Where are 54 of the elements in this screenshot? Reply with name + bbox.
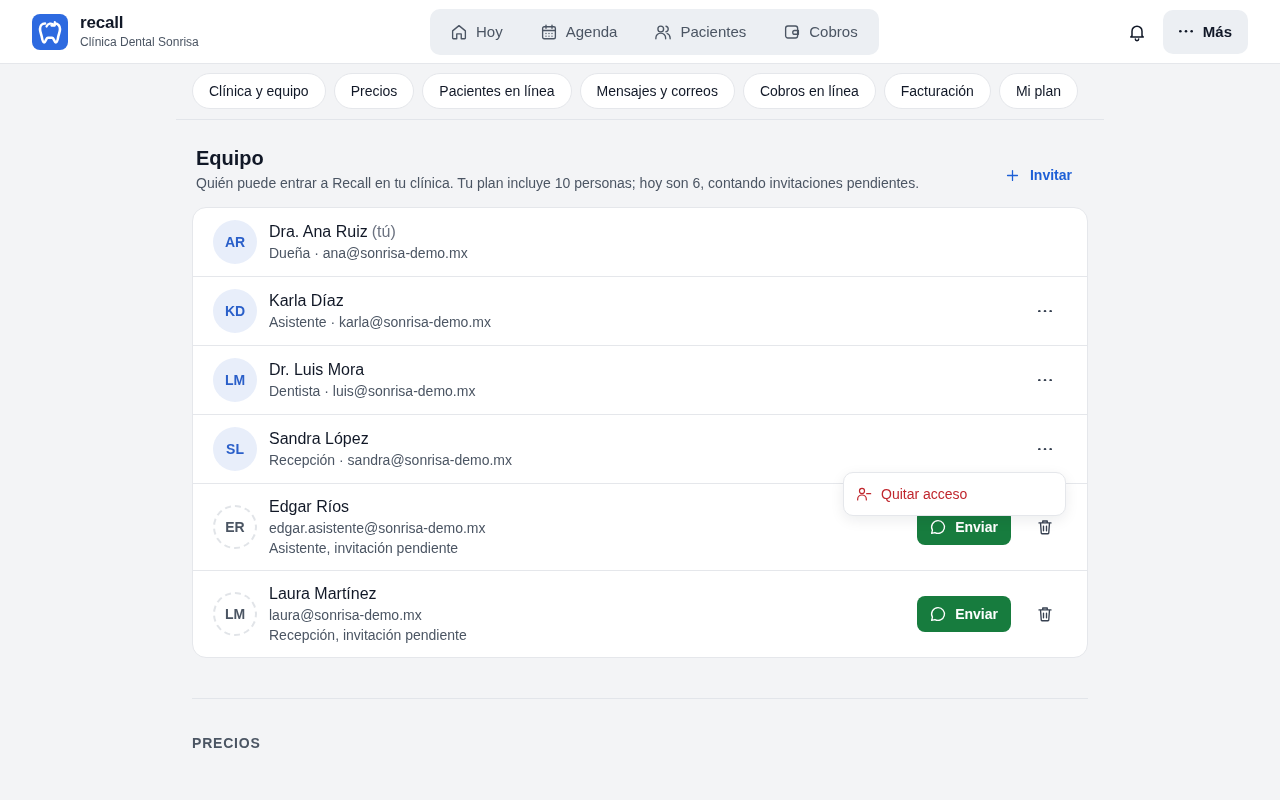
you-label: (tú): [371, 222, 396, 242]
settings-tab[interactable]: Precios: [333, 73, 415, 109]
settings-tab[interactable]: Mi plan: [998, 73, 1079, 109]
nav-tab[interactable]: Cobros: [769, 12, 873, 51]
calendar-icon: [539, 22, 558, 41]
ellipsis-icon: [1038, 378, 1052, 382]
member-name: Laura Martínez: [269, 584, 377, 604]
trash-icon: [1036, 605, 1054, 623]
pending-avatar: LM: [213, 592, 257, 636]
member-avatar: AR: [213, 220, 257, 264]
home-icon: [450, 22, 468, 41]
member-name: Sandra López: [269, 429, 369, 449]
more-button[interactable]: Más: [1162, 9, 1248, 54]
settings-tab[interactable]: Cobros en línea: [742, 73, 876, 109]
wallet-icon: [783, 22, 802, 41]
invite-email: edgar.asistente@sonrisa-demo.mx: [269, 519, 486, 538]
remove-access-item[interactable]: Quitar acceso: [848, 477, 1061, 511]
member-name: Edgar Ríos: [269, 497, 350, 517]
nav-tab[interactable]: Pacientes: [640, 12, 762, 51]
settings-tab[interactable]: Pacientes en línea: [422, 73, 572, 109]
pending-avatar: ER: [213, 505, 257, 549]
member-name: Dr. Luis Mora: [269, 360, 365, 380]
section-description: Quién puede entrar a Recall en tu clínica. Tu plan incluye 10 personas; hoy son 6, contando invitaciones pendientes.: [196, 174, 920, 192]
nav-tab[interactable]: Hoy: [436, 12, 518, 51]
member-detail: Dueña · ana@sonrisa-demo.mx: [269, 244, 468, 263]
member-detail: Dentista · luis@sonrisa-demo.mx: [269, 382, 476, 401]
member-name: Dra. Ana Ruiz: [269, 222, 368, 242]
settings-tab[interactable]: Clínica y equipo: [192, 73, 326, 109]
member-avatar: KD: [213, 289, 257, 333]
invite-button[interactable]: Invitar: [988, 158, 1088, 192]
trash-icon: [1036, 518, 1054, 536]
member-name: Karla Díaz: [269, 291, 344, 311]
app-name: recall: [80, 13, 124, 33]
ellipsis-icon: [1178, 30, 1193, 33]
send-button[interactable]: Enviar: [917, 596, 1011, 632]
nav-tab[interactable]: Agenda: [525, 12, 633, 51]
user-minus-icon: [856, 486, 872, 502]
settings-tab[interactable]: Facturación: [883, 73, 991, 109]
ellipsis-icon: [1038, 309, 1052, 313]
clinic-name: Clínica Dental Sonrisa: [80, 35, 199, 50]
section-title: Equipo: [196, 146, 264, 170]
invite-status: Asistente, invitación pendiente: [269, 539, 459, 558]
invite-status: Recepción, invitación pendiente: [269, 626, 467, 645]
ellipsis-icon: [1038, 447, 1052, 451]
member-detail: Asistente · karla@sonrisa-demo.mx: [269, 313, 491, 332]
member-detail: Recepción · sandra@sonrisa-demo.mx: [269, 451, 512, 470]
tooth-logo-icon: [32, 13, 68, 50]
chat-bubble-icon: [929, 605, 948, 623]
member-avatar: LM: [213, 358, 257, 402]
section-heading: PRECIOS: [192, 735, 262, 751]
settings-tab[interactable]: Mensajes y correos: [579, 73, 735, 109]
member-avatar: SL: [213, 427, 257, 471]
invite-email: laura@sonrisa-demo.mx: [269, 606, 422, 625]
chat-bubble-icon: [929, 518, 948, 536]
